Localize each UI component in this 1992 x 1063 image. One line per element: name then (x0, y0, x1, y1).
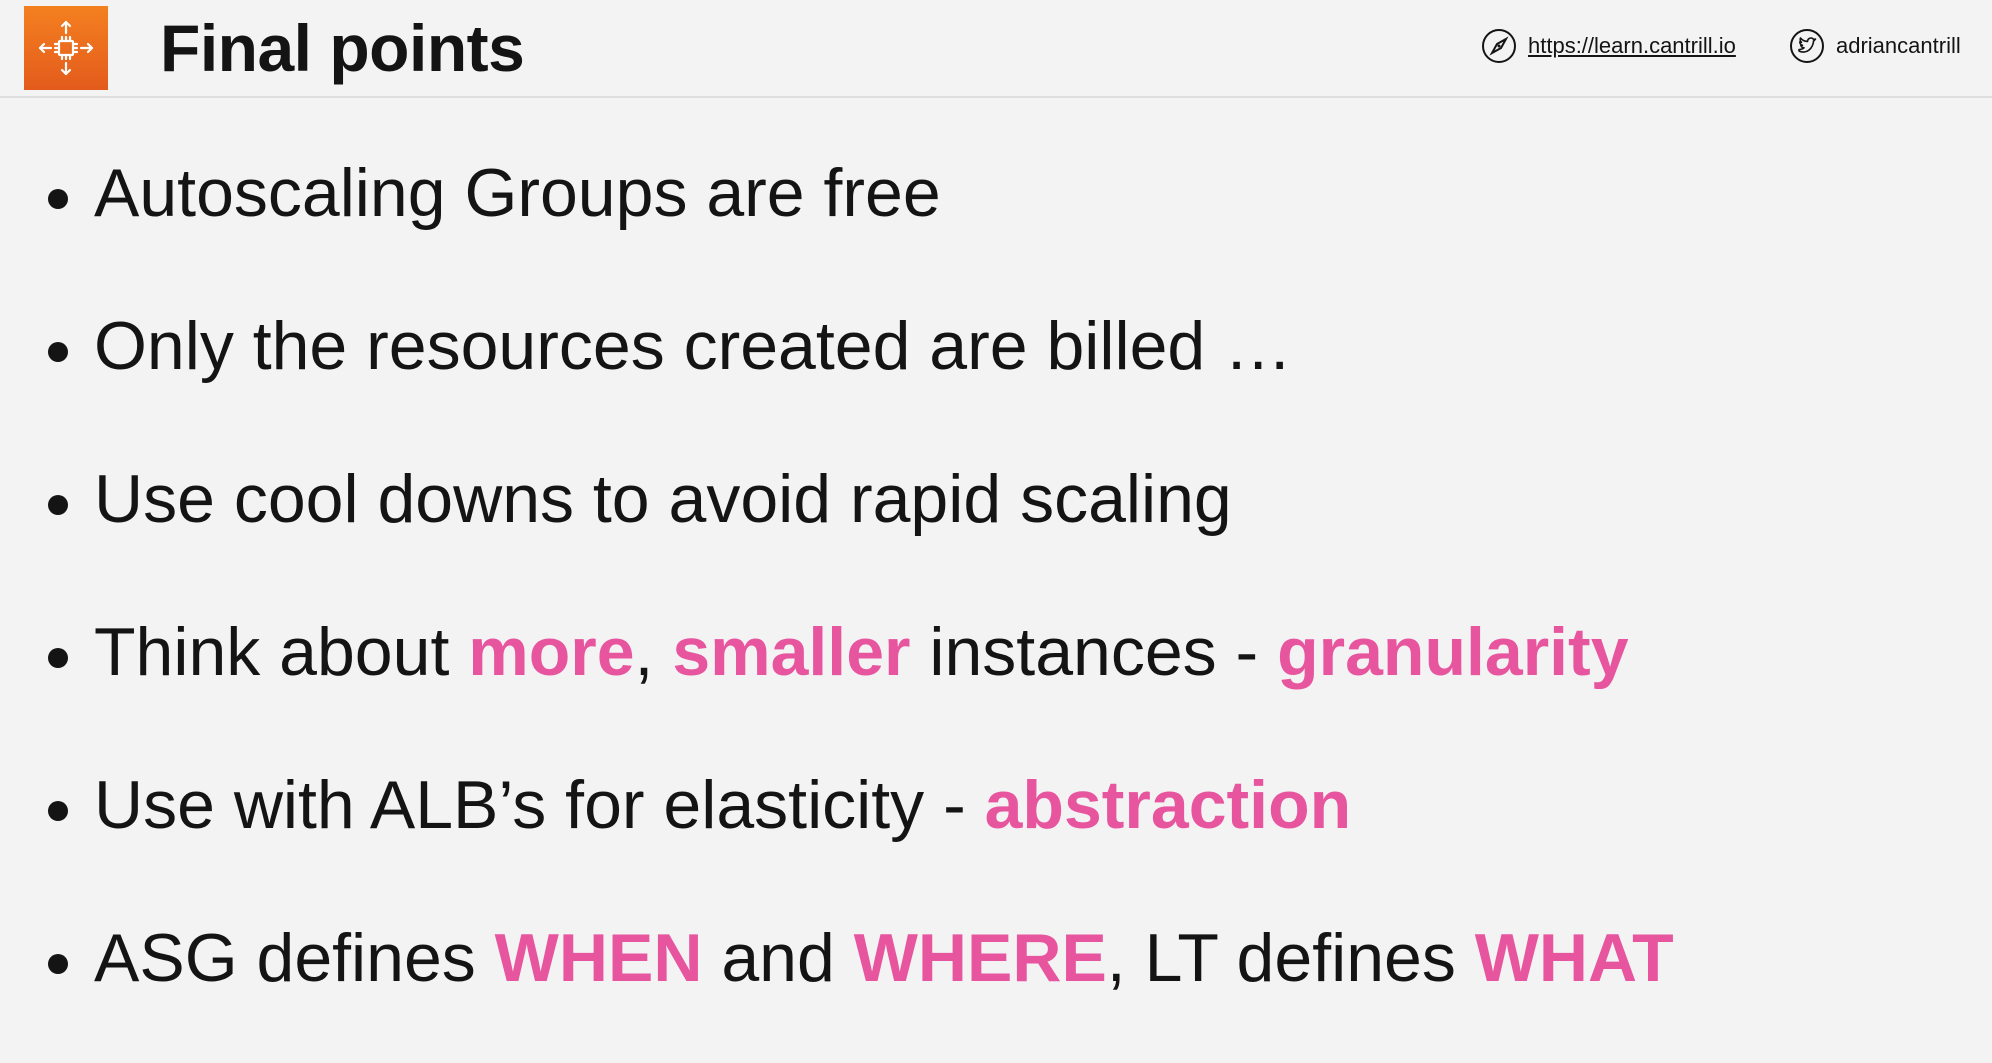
bullet-dot-icon (48, 954, 68, 974)
bullet-text: Think about more, smaller instances - gr… (94, 604, 1629, 700)
bullet-dot-icon (48, 648, 68, 668)
highlighted-keyword: WHERE (853, 920, 1107, 996)
highlighted-keyword: WHAT (1474, 920, 1674, 996)
bullet-item: ASG defines WHEN and WHERE, LT defines W… (48, 910, 1674, 1063)
bullet-text: Only the resources created are billed … (94, 298, 1292, 394)
bullet-dot-icon (48, 189, 68, 209)
bullet-text-segment: and (702, 920, 854, 996)
bullet-list: Autoscaling Groups are free Only the reso… (48, 145, 1674, 1063)
bullet-text: Use cool downs to avoid rapid scaling (94, 451, 1232, 547)
page-title: Final points (160, 11, 525, 85)
bullet-text-segment: Only the resources created are billed … (94, 308, 1293, 384)
bullet-text-segment: Use cool downs to avoid rapid scaling (94, 461, 1232, 537)
highlighted-keyword: more (468, 614, 635, 690)
bullet-text-segment: Use with ALB’s for elasticity - (94, 767, 985, 843)
bullet-dot-icon (48, 801, 68, 821)
twitter-bird-icon (1790, 29, 1824, 63)
bullet-text-segment: Autoscaling Groups are free (94, 155, 941, 231)
slide-header: Final points https://learn.cantrill.io a… (0, 0, 1992, 98)
bullet-text: Autoscaling Groups are free (94, 145, 941, 241)
bullet-item: Autoscaling Groups are free (48, 145, 1674, 298)
bullet-item: Only the resources created are billed … (48, 298, 1674, 451)
twitter-handle-group[interactable]: adriancantrill (1788, 26, 1961, 66)
bullet-dot-icon (48, 342, 68, 362)
aws-ec2-autoscaling-icon (24, 6, 108, 90)
highlighted-keyword: smaller (672, 614, 911, 690)
bullet-item: Think about more, smaller instances - gr… (48, 604, 1674, 757)
bullet-item: Use cool downs to avoid rapid scaling (48, 451, 1674, 604)
bullet-text-segment: ASG defines (94, 920, 495, 996)
website-link[interactable]: https://learn.cantrill.io (1528, 33, 1736, 59)
bullet-text-segment: Think about (94, 614, 469, 690)
highlighted-keyword: WHEN (494, 920, 703, 996)
highlighted-keyword: granularity (1277, 614, 1629, 690)
bullet-text-segment: , (634, 614, 673, 690)
bullet-item: Use with ALB’s for elasticity - abstract… (48, 757, 1674, 910)
website-link-group[interactable]: https://learn.cantrill.io (1480, 26, 1736, 66)
bullet-text: Use with ALB’s for elasticity - abstract… (94, 757, 1351, 853)
highlighted-keyword: abstraction (984, 767, 1352, 843)
bullet-text-segment: instances - (910, 614, 1278, 690)
bullet-dot-icon (48, 495, 68, 515)
bullet-text-segment: , LT defines (1106, 920, 1475, 996)
twitter-handle: adriancantrill (1836, 33, 1961, 58)
bullet-text: ASG defines WHEN and WHERE, LT defines W… (94, 910, 1674, 1006)
compass-icon (1482, 29, 1516, 63)
